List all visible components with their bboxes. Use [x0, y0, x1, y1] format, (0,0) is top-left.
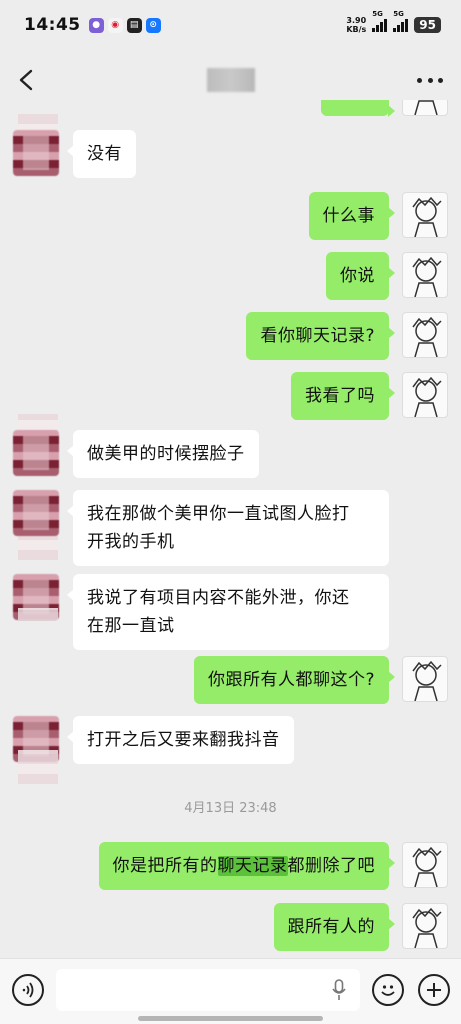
my-avatar[interactable] [402, 100, 448, 116]
battery-indicator: 95 [414, 17, 441, 33]
message-bubble-me[interactable]: 你跟所有人都聊这个? [193, 656, 396, 704]
message-list[interactable]: 没有 什么事 你说 看你聊天记录? 我看了吗 做美甲的时候摆脸子 我在那做个美甲… [0, 100, 461, 960]
status-app-icons: ● ◉ ▤ ⊙ [88, 17, 161, 33]
back-arrow-icon[interactable] [14, 66, 40, 94]
message-text-line: 我在那做个美甲你一直试图人脸打 [87, 504, 350, 524]
manga-avatar-icon [412, 316, 442, 357]
message-text: 你是把所有的 [112, 856, 218, 876]
net-speed-value: 3.90 [346, 16, 367, 25]
avatar-smear [18, 608, 58, 620]
my-avatar[interactable] [402, 252, 448, 298]
signal-icon: 5G [372, 10, 388, 32]
message-bubble-partial[interactable] [321, 100, 395, 117]
my-avatar[interactable] [402, 372, 448, 418]
voice-icon[interactable] [12, 974, 44, 1006]
message-text: 都删除了吧 [287, 856, 375, 876]
message-bubble-them[interactable]: 做美甲的时候摆脸子 [67, 430, 259, 478]
manga-avatar-icon [414, 100, 438, 115]
message-text-line: 我说了有项目内容不能外泄，你还 [87, 588, 350, 608]
contact-avatar[interactable] [13, 490, 59, 536]
message-text: 做美甲的时候摆脸子 [87, 444, 245, 464]
alipay-icon: ⊙ [145, 17, 161, 33]
avatar-smear [18, 750, 58, 784]
net-speed: 3.90 KB/s [346, 16, 366, 34]
message-text: 看你聊天记录? [260, 326, 375, 346]
manga-avatar-icon [412, 196, 442, 237]
message-text: 没有 [87, 144, 122, 164]
message-text: 什么事 [322, 206, 375, 226]
message-text: 你跟所有人都聊这个? [207, 670, 375, 690]
message-bubble-them[interactable]: 我说了有项目内容不能外泄，你还 在那一直试 [67, 574, 389, 650]
status-right: 3.90 KB/s 5G 5G 95 [346, 10, 441, 34]
news-app-icon: ▤ [126, 17, 142, 33]
message-text: 你说 [340, 266, 375, 286]
manga-avatar-icon [412, 376, 442, 417]
my-avatar[interactable] [402, 312, 448, 358]
my-avatar[interactable] [402, 903, 448, 949]
message-bubble-me[interactable]: 你说 [326, 252, 395, 300]
message-bubble-me[interactable]: 看你聊天记录? [246, 312, 395, 360]
plus-icon[interactable] [418, 974, 450, 1006]
net-speed-unit: KB/s [346, 25, 367, 34]
my-avatar[interactable] [402, 842, 448, 888]
message-timestamp: 4月13日 23:48 [184, 801, 277, 816]
message-bubble-me[interactable]: 我看了吗 [291, 372, 395, 420]
message-bubble-me[interactable]: 跟所有人的 [273, 903, 395, 951]
message-text-line: 开我的手机 [87, 532, 175, 552]
signal-label-2: 5G [393, 10, 404, 18]
status-bar: 14:45 ● ◉ ▤ ⊙ 3.90 KB/s 5G 5G 95 [0, 0, 461, 50]
message-input[interactable] [56, 969, 360, 1011]
message-bubble-them[interactable]: 打开之后又要来翻我抖音 [67, 716, 294, 764]
status-time: 14:45 [24, 15, 81, 35]
weibo-icon: ◉ [107, 17, 123, 33]
highlighted-text: 聊天记录 [217, 856, 288, 876]
message-text-line: 在那一直试 [87, 616, 175, 636]
message-text: 我看了吗 [305, 386, 375, 406]
signal-icon-2: 5G [393, 10, 409, 32]
my-avatar[interactable] [402, 656, 448, 702]
manga-avatar-icon [412, 256, 442, 297]
my-avatar[interactable] [402, 192, 448, 238]
manga-avatar-icon [412, 907, 442, 948]
more-options-icon[interactable] [417, 70, 443, 90]
message-bubble-me[interactable]: 什么事 [308, 192, 395, 240]
message-bubble-me[interactable]: 你是把所有的聊天记录都删除了吧 [98, 842, 395, 890]
message-text: 打开之后又要来翻我抖音 [87, 730, 280, 750]
manga-avatar-icon [412, 846, 442, 887]
contact-avatar[interactable] [13, 130, 59, 176]
manga-avatar-icon [412, 660, 442, 701]
app-notification-icon: ● [88, 17, 104, 33]
contact-avatar[interactable] [13, 430, 59, 476]
emoji-icon[interactable] [372, 974, 404, 1006]
home-indicator[interactable] [138, 1016, 323, 1021]
input-bar [0, 958, 461, 1024]
mic-icon[interactable] [332, 979, 346, 1001]
contact-name-redacted [207, 68, 255, 92]
message-text: 跟所有人的 [287, 917, 375, 937]
message-bubble-them[interactable]: 我在那做个美甲你一直试图人脸打 开我的手机 [67, 490, 389, 566]
message-bubble-them[interactable]: 没有 [67, 130, 136, 178]
signal-label-1: 5G [372, 10, 383, 18]
